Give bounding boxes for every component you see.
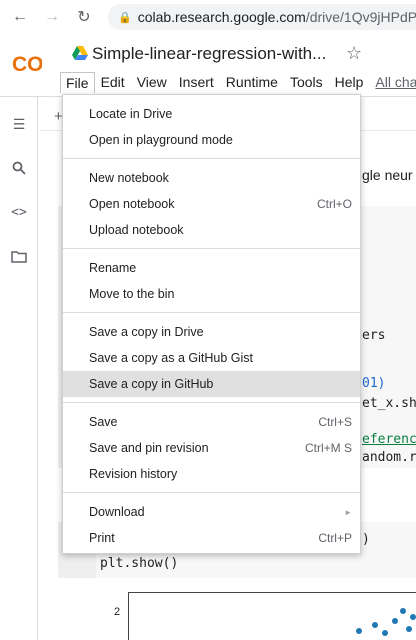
- scatter-plot-area: [128, 592, 416, 640]
- browser-toolbar: ← → ↻ 🔒 colab.research.google.com/drive/…: [0, 0, 416, 34]
- menu-item-label: Rename: [89, 261, 137, 275]
- menu-item-label: Move to the bin: [89, 287, 175, 301]
- plot-point: [400, 608, 406, 614]
- menu-item-label: Save a copy as a GitHub Gist: [89, 351, 253, 365]
- menu-item-save-pin-revision[interactable]: Save and pin revision Ctrl+M S: [63, 435, 360, 461]
- back-arrow-icon[interactable]: ←: [8, 5, 32, 29]
- reload-icon[interactable]: ↻: [72, 5, 96, 29]
- colab-logo-text: CO: [12, 53, 42, 74]
- plot-point: [392, 618, 398, 624]
- menu-item-label: Save a copy in Drive: [89, 325, 204, 339]
- menu-item-label: Open in playground mode: [89, 133, 233, 147]
- menu-item-rename[interactable]: Rename: [63, 255, 360, 281]
- menu-insert[interactable]: Insert: [173, 71, 220, 93]
- menu-item-download[interactable]: Download ►: [63, 499, 360, 525]
- menu-item-locate-in-drive[interactable]: Locate in Drive: [63, 101, 360, 127]
- menu-item-label: Locate in Drive: [89, 107, 173, 121]
- plot-point: [372, 622, 378, 628]
- menu-help[interactable]: Help: [329, 71, 370, 93]
- menu-item-new-notebook[interactable]: New notebook: [63, 165, 360, 191]
- plot-point: [382, 630, 388, 636]
- menu-divider: [63, 402, 360, 403]
- menu-divider: [63, 248, 360, 249]
- plot-point: [356, 628, 362, 634]
- menu-item-move-to-bin[interactable]: Move to the bin: [63, 281, 360, 307]
- menu-divider: [63, 312, 360, 313]
- menubar: File Edit View Insert Runtime Tools Help…: [60, 70, 416, 94]
- forward-arrow-icon[interactable]: →: [40, 5, 64, 29]
- notebook-title[interactable]: Simple-linear-regression-with...: [92, 44, 326, 64]
- menu-item-label: Revision history: [89, 467, 178, 481]
- menu-item-shortcut: Ctrl+P: [318, 531, 352, 545]
- url-host: colab.research.google.com: [137, 9, 306, 25]
- menu-item-label: Save and pin revision: [89, 441, 209, 455]
- all-changes-link[interactable]: All cha: [369, 71, 416, 93]
- menu-item-label: Download: [89, 505, 145, 519]
- code-snippets-icon[interactable]: <>: [10, 203, 28, 221]
- menu-item-label: Save a copy in GitHub: [89, 377, 214, 391]
- left-rail: ☰ <>: [0, 97, 38, 640]
- address-bar[interactable]: 🔒 colab.research.google.com/drive/1Qv9jH…: [108, 4, 416, 30]
- menu-item-open-playground[interactable]: Open in playground mode: [63, 127, 360, 153]
- menu-divider: [63, 492, 360, 493]
- plot-point: [410, 614, 416, 620]
- code-line: et_x.sh: [362, 396, 416, 411]
- menu-runtime[interactable]: Runtime: [220, 71, 284, 93]
- text-cell-snippet: gle neur: [362, 167, 413, 183]
- plot-point: [406, 626, 412, 632]
- code-line: 01): [362, 376, 386, 391]
- code-line: ers: [362, 328, 386, 343]
- submenu-arrow-icon: ►: [344, 507, 352, 517]
- table-of-contents-icon[interactable]: ☰: [10, 115, 28, 133]
- menu-file[interactable]: File: [60, 71, 95, 93]
- menu-item-revision-history[interactable]: Revision history: [63, 461, 360, 487]
- menu-tools[interactable]: Tools: [284, 71, 329, 93]
- code-line: eferenc: [362, 432, 416, 447]
- menu-item-shortcut: Ctrl+O: [316, 197, 352, 211]
- menu-item-label: Open notebook: [89, 197, 175, 211]
- menu-item-save[interactable]: Save Ctrl+S: [63, 409, 360, 435]
- menu-item-shortcut: Ctrl+M S: [304, 441, 352, 455]
- url-path: /drive/1Qv9jHPdPcC: [305, 9, 416, 25]
- menu-divider: [63, 158, 360, 159]
- code-line: andom.r: [362, 450, 416, 465]
- menu-item-label: Upload notebook: [89, 223, 184, 237]
- search-icon[interactable]: [10, 159, 28, 177]
- url-text: colab.research.google.com/drive/1Qv9jHPd…: [138, 9, 416, 25]
- menu-item-label: Save: [89, 415, 118, 429]
- google-drive-icon[interactable]: [72, 46, 88, 60]
- folder-icon[interactable]: [10, 247, 28, 265]
- menu-item-save-copy-gist[interactable]: Save a copy as a GitHub Gist: [63, 345, 360, 371]
- plot-y-tick: 2: [114, 606, 121, 618]
- colab-logo[interactable]: CO: [12, 52, 42, 74]
- menu-item-save-copy-drive[interactable]: Save a copy in Drive: [63, 319, 360, 345]
- menu-item-label: New notebook: [89, 171, 169, 185]
- menu-item-open-notebook[interactable]: Open notebook Ctrl+O: [63, 191, 360, 217]
- star-icon[interactable]: ☆: [346, 43, 362, 64]
- code-line: ): [362, 532, 370, 547]
- menu-item-label: Print: [89, 531, 115, 545]
- menu-item-shortcut: Ctrl+S: [318, 415, 352, 429]
- lock-icon: 🔒: [118, 11, 132, 24]
- menu-item-upload-notebook[interactable]: Upload notebook: [63, 217, 360, 243]
- menu-item-save-copy-github[interactable]: Save a copy in GitHub: [63, 371, 360, 397]
- code-line: plt.show(): [100, 556, 179, 571]
- menu-edit[interactable]: Edit: [95, 71, 131, 93]
- file-menu-dropdown: Locate in Drive Open in playground mode …: [62, 94, 361, 554]
- menu-view[interactable]: View: [131, 71, 173, 93]
- menu-item-print[interactable]: Print Ctrl+P: [63, 525, 360, 551]
